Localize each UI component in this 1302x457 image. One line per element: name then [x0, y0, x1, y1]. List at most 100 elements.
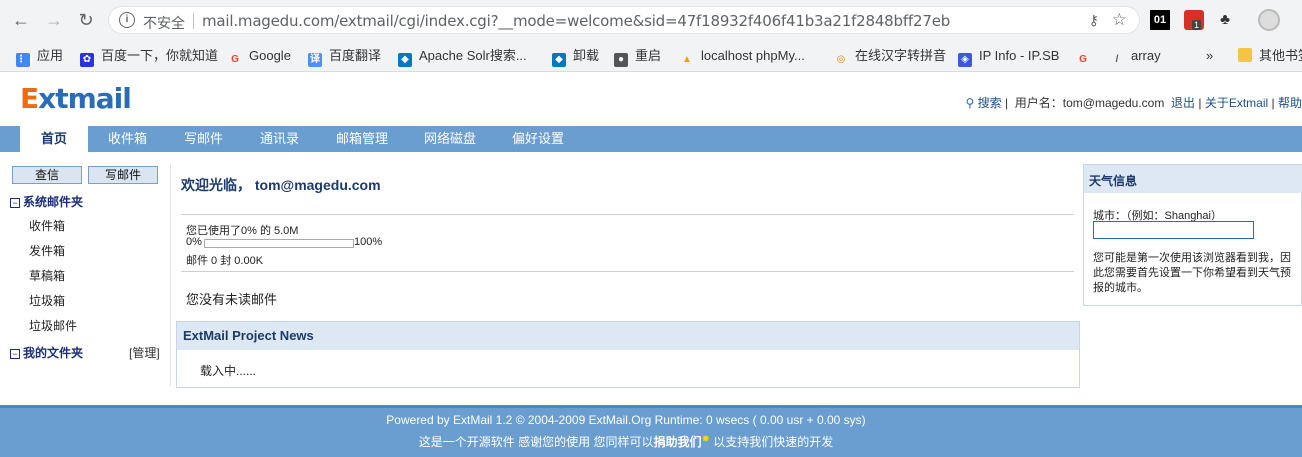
bookmark-label: array	[1131, 48, 1161, 63]
extension-01-icon[interactable]: 01	[1150, 10, 1170, 30]
check-mail-button[interactable]: 查信	[12, 166, 82, 184]
tab-preferences[interactable]: 偏好设置	[512, 126, 564, 152]
google-g-icon: G	[1079, 54, 1087, 65]
bookmark-item[interactable]: ◈ IP Info - IP.SB	[958, 46, 1060, 67]
bookmark-star-icon[interactable]: ☆	[1112, 10, 1127, 30]
logout-link[interactable]: 退出	[1171, 96, 1195, 110]
bookmark-item[interactable]: / array	[1110, 46, 1161, 66]
collapse-icon[interactable]: −	[10, 349, 20, 359]
donate-link[interactable]: 捐助我们	[653, 435, 701, 449]
bookmark-item[interactable]: 译百度翻译	[308, 46, 381, 67]
tab-inbox[interactable]: 收件箱	[108, 126, 147, 152]
city-input[interactable]	[1093, 221, 1254, 239]
about-link[interactable]: 关于Extmail	[1205, 96, 1268, 110]
bookmark-label: 百度一下，你就知道	[101, 48, 219, 63]
browser-chrome: ← → ↻ i 不安全 mail.magedu.com/extmail/cgi/…	[0, 0, 1302, 72]
bookmark-label: localhost phpMy...	[701, 48, 805, 63]
more-bookmarks-button[interactable]: »	[1206, 46, 1213, 66]
my-folders-header[interactable]: − 我的文件夹	[10, 344, 83, 361]
bookmark-item[interactable]: ▲ localhost phpMy...	[680, 46, 805, 66]
globe-icon: ●	[614, 53, 628, 67]
tab-compose[interactable]: 写邮件	[184, 126, 223, 152]
folder-trash[interactable]: 垃圾箱	[29, 292, 65, 309]
key-icon[interactable]: ⚷	[1089, 12, 1099, 29]
other-bookmarks-label: 其他书签	[1259, 48, 1302, 63]
profile-avatar-icon[interactable]	[1258, 9, 1280, 31]
bookmark-label: 卸载	[573, 48, 600, 63]
welcome-heading: 欢迎光临， tom@magedu.com	[181, 177, 381, 193]
bookmark-item[interactable]: ◆ Apache Solr搜索...	[398, 46, 527, 67]
system-folders-header[interactable]: − 系统邮件夹	[10, 193, 83, 210]
swirl-icon: ◎	[836, 54, 846, 65]
baidu-paw-icon: ✿	[80, 53, 94, 67]
search-link[interactable]: 搜索	[978, 96, 1002, 110]
baidu-translate-icon: 译	[308, 53, 322, 67]
folder-spam[interactable]: 垃圾邮件	[29, 317, 77, 334]
extension-red-icon[interactable]: 1	[1184, 10, 1204, 30]
project-news-panel: ExtMail Project News 载入中......	[176, 321, 1080, 388]
quota-min-label: 0%	[186, 236, 202, 248]
extension-badge: 1	[1192, 20, 1202, 30]
folder-sent[interactable]: 发件箱	[29, 242, 65, 259]
search-icon[interactable]: ⚲	[965, 96, 974, 110]
extension-cat-icon[interactable]: ♣	[1215, 10, 1235, 30]
apps-grid-icon: ⋮⋮	[16, 53, 36, 67]
forward-arrow-icon[interactable]: →	[42, 8, 66, 32]
bookmark-item[interactable]: ⋮⋮应用	[16, 46, 64, 67]
url-text[interactable]: mail.magedu.com/extmail/cgi/index.cgi?__…	[202, 12, 950, 30]
extmail-logo: Extmail	[20, 82, 132, 115]
compose-button[interactable]: 写邮件	[88, 166, 158, 184]
bookmark-label: 重启	[635, 48, 662, 63]
address-bar[interactable]: i 不安全 mail.magedu.com/extmail/cgi/index.…	[108, 6, 1140, 34]
google-g-icon: G	[231, 54, 239, 65]
weather-panel: 天气信息 城市：（例如：Shanghai） 您可能是第一次使用该浏览器看到我，因…	[1083, 164, 1302, 306]
shield-icon: ◈	[958, 53, 972, 67]
weather-note: 您可能是第一次使用该浏览器看到我，因此您需要首先设置一下你希望看到天气预报的城市…	[1093, 252, 1291, 294]
footer-powered-by: Powered by ExtMail 1.2 © 2004-2009 ExtMa…	[386, 413, 866, 427]
address-row: ← → ↻ i 不安全 mail.magedu.com/extmail/cgi/…	[0, 0, 1302, 40]
bookmark-label: 在线汉字转拼音	[855, 48, 947, 63]
username-label: 用户名：tom@magedu.com	[1014, 96, 1165, 110]
mail-count-text: 邮件 0 封 0.00K	[186, 255, 264, 267]
back-arrow-icon[interactable]: ←	[9, 8, 33, 32]
bookmarks-bar: ⋮⋮应用 ✿ 百度一下，你就知道 G Google 译百度翻译 ◆ Apache Solr搜索…	[0, 40, 1302, 72]
no-unread-message: 您没有未读邮件	[186, 292, 278, 307]
bookmark-item[interactable]: G	[1076, 46, 1097, 66]
quota-progress-bar	[204, 239, 354, 248]
project-news-title: ExtMail Project News	[177, 322, 1079, 350]
extmail-page: Extmail ⚲ 搜索 | 用户名：tom@magedu.com 退出 | 关…	[0, 72, 1302, 457]
top-links: ⚲ 搜索 | 用户名：tom@magedu.com 退出 | 关于Extmail…	[965, 96, 1302, 110]
quota-bar-row: 0% 100%	[186, 236, 382, 248]
folder-drafts[interactable]: 草稿箱	[29, 267, 65, 284]
bookmark-label: 应用	[37, 48, 64, 63]
bookmark-label: Google	[249, 48, 291, 63]
weather-title: 天气信息	[1084, 165, 1302, 193]
sidebar-divider	[170, 164, 171, 386]
bookmark-label: IP Info - IP.SB	[979, 48, 1060, 63]
bookmark-item[interactable]: ◆ 卸载	[552, 46, 600, 67]
tab-home[interactable]: 首页	[20, 126, 88, 152]
help-link[interactable]: 帮助	[1278, 96, 1302, 110]
bookmark-item[interactable]: ● 重启	[614, 46, 662, 67]
main-content: 欢迎光临， tom@magedu.com 您已使用了0% 的 5.0M 0% 1…	[176, 152, 1082, 392]
info-icon[interactable]: i	[119, 12, 135, 28]
folder-inbox[interactable]: 收件箱	[29, 217, 65, 234]
bookmark-label: Apache Solr搜索...	[419, 48, 527, 63]
other-bookmarks-folder[interactable]: 其他书签	[1238, 46, 1302, 66]
drupal-drop-icon: ◆	[552, 53, 566, 67]
reload-icon[interactable]: ↻	[74, 8, 98, 32]
insecure-label[interactable]: 不安全	[143, 13, 185, 33]
tab-netdisk[interactable]: 网络磁盘	[424, 126, 476, 152]
bookmark-item[interactable]: ◎ 在线汉字转拼音	[834, 46, 946, 66]
quota-max-label: 100%	[354, 236, 383, 248]
phpmyadmin-icon: ▲	[682, 54, 692, 65]
bookmark-item[interactable]: ✿ 百度一下，你就知道	[80, 46, 219, 67]
manage-folders-link[interactable]: [管理]	[129, 344, 160, 361]
sparkle-icon: ✸	[701, 434, 710, 445]
tab-contacts[interactable]: 通讯录	[260, 126, 299, 152]
bookmark-item[interactable]: G Google	[228, 46, 291, 66]
footer: Powered by ExtMail 1.2 © 2004-2009 ExtMa…	[0, 405, 1302, 457]
collapse-icon[interactable]: −	[10, 198, 20, 208]
tab-mailbox-management[interactable]: 邮箱管理	[336, 126, 388, 152]
left-sidebar: 查信 写邮件 − 系统邮件夹 收件箱 发件箱 草稿箱 垃圾箱 垃圾邮件 − 我的文件…	[0, 152, 170, 402]
